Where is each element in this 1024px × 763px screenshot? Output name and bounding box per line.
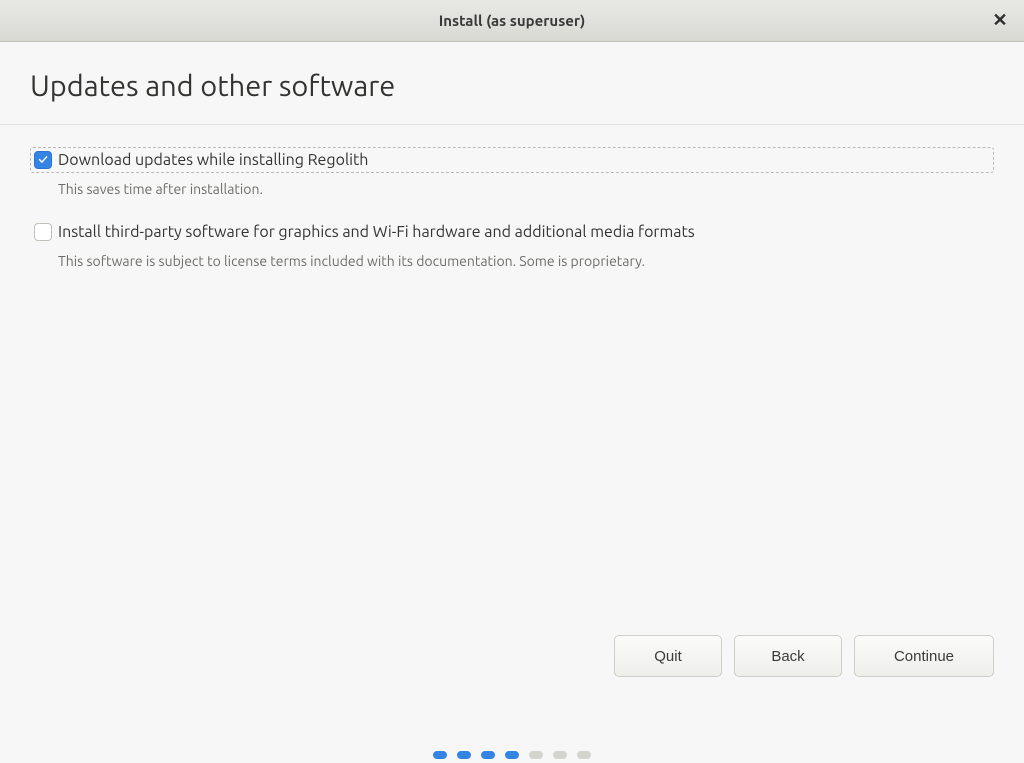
step-dot [553, 751, 567, 759]
checkbox-third-party[interactable] [34, 223, 52, 241]
quit-button[interactable]: Quit [614, 635, 722, 677]
close-icon: ✕ [992, 10, 1007, 31]
button-bar: Quit Back Continue [614, 635, 994, 677]
step-dot [505, 751, 519, 759]
content-area: ✓ Download updates while installing Rego… [0, 125, 1024, 269]
option-label-third-party: Install third-party software for graphic… [58, 223, 695, 241]
header-region: Updates and other software [0, 42, 1024, 125]
step-dot [577, 751, 591, 759]
option-download-updates: ✓ Download updates while installing Rego… [30, 147, 994, 197]
page-title: Updates and other software [30, 70, 994, 102]
option-third-party: Install third-party software for graphic… [30, 219, 994, 269]
checkmark-icon: ✓ [38, 154, 47, 167]
option-row-third-party[interactable]: Install third-party software for graphic… [30, 219, 994, 245]
step-dot [529, 751, 543, 759]
continue-button[interactable]: Continue [854, 635, 994, 677]
titlebar: Install (as superuser) ✕ [0, 0, 1024, 42]
step-indicator [433, 751, 591, 759]
step-dot [481, 751, 495, 759]
option-row-download-updates[interactable]: ✓ Download updates while installing Rego… [30, 147, 994, 173]
checkbox-download-updates[interactable]: ✓ [34, 151, 52, 169]
close-button[interactable]: ✕ [990, 11, 1010, 31]
back-button[interactable]: Back [734, 635, 842, 677]
option-desc-download-updates: This saves time after installation. [58, 181, 994, 197]
option-desc-third-party: This software is subject to license term… [58, 253, 994, 269]
step-dot [457, 751, 471, 759]
step-dot [433, 751, 447, 759]
window-title: Install (as superuser) [439, 12, 586, 29]
option-label-download-updates: Download updates while installing Regoli… [58, 151, 368, 169]
